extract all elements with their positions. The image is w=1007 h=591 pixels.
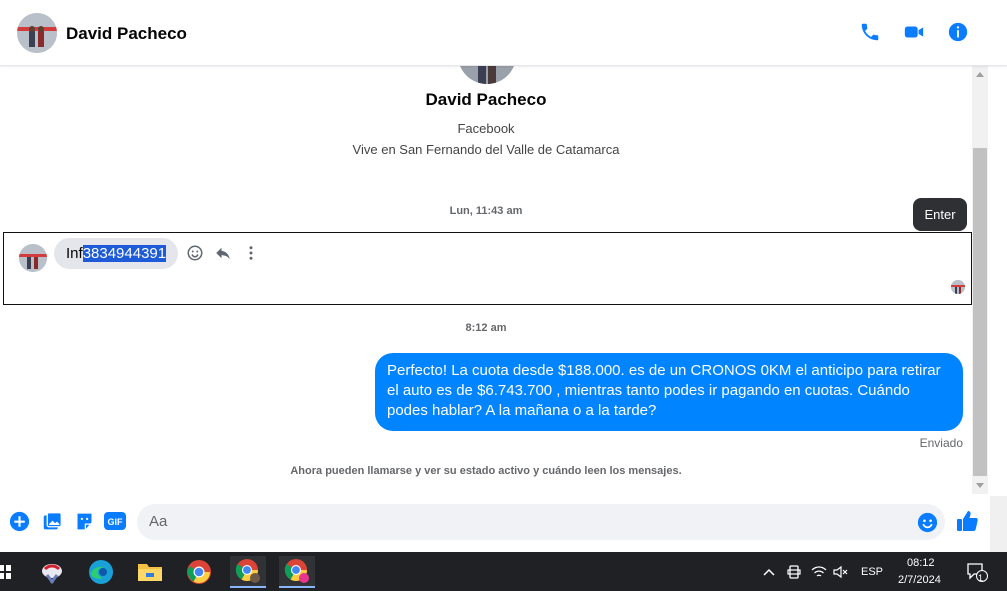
chevron-up-icon[interactable] (760, 563, 778, 581)
chrome-icon[interactable] (181, 556, 217, 588)
scroll-thumb[interactable] (973, 148, 987, 476)
reply-icon[interactable] (211, 241, 235, 265)
device-icon[interactable] (785, 563, 803, 581)
taskbar: ESP 08:12 2/7/2024 1 (0, 552, 1007, 591)
profile-source: Facebook (457, 121, 515, 136)
chat-header: David Pacheco (0, 0, 1007, 66)
info-icon[interactable] (946, 20, 970, 44)
sent-message-bubble[interactable]: Perfecto! La cuota desde $188.000. es de… (375, 353, 963, 431)
conversation: David Pacheco Facebook Vive en San Ferna… (0, 66, 972, 496)
volume-muted-icon[interactable] (832, 563, 850, 581)
scroll-down-icon[interactable] (972, 478, 988, 494)
profile-name: David Pacheco (425, 90, 547, 109)
profile-avatar (458, 66, 516, 84)
scrollbar[interactable] (972, 66, 988, 494)
plus-icon[interactable] (7, 509, 31, 533)
wifi-icon[interactable] (810, 563, 828, 581)
contact-name[interactable]: David Pacheco (66, 24, 187, 44)
sticker-icon[interactable] (72, 509, 96, 533)
message-input[interactable]: Aa (137, 504, 945, 540)
video-icon[interactable] (902, 20, 926, 44)
start-icon[interactable] (0, 556, 16, 588)
clock-time[interactable]: 08:12 (907, 557, 935, 569)
gif-label: GIF (108, 517, 124, 527)
more-options-icon[interactable] (239, 241, 263, 265)
language-indicator[interactable]: ESP (861, 566, 883, 578)
phone-icon[interactable] (858, 20, 882, 44)
react-icon[interactable] (183, 241, 207, 265)
notification-count: 1 (978, 573, 984, 583)
received-message-bubble[interactable]: Inf3834944391 (54, 238, 179, 269)
chrome-profile-c-icon[interactable] (279, 556, 315, 588)
message-status: Enviado (919, 436, 963, 450)
info-note: Ahora pueden llamarse y ver su estado ac… (290, 465, 682, 477)
timestamp: Lun, 11:43 am (449, 205, 523, 217)
emoji-icon[interactable] (915, 510, 939, 534)
scroll-up-icon[interactable] (972, 66, 988, 82)
snipping-tool-icon[interactable] (34, 556, 70, 588)
message-input-placeholder: Aa (149, 513, 168, 530)
image-icon[interactable] (40, 509, 64, 533)
composer: GIF Aa (0, 496, 1007, 552)
chrome-profile-a-icon[interactable] (230, 556, 266, 588)
right-edge (990, 496, 1007, 552)
selected-text[interactable]: 3834944391 (82, 245, 167, 262)
clock-date[interactable]: 2/7/2024 (898, 574, 941, 586)
edge-icon[interactable] (83, 556, 119, 588)
message-text[interactable]: Inf (66, 245, 83, 262)
seen-indicator-avatar (951, 280, 965, 294)
tooltip: Enter (913, 198, 967, 231)
sender-avatar[interactable] (19, 244, 47, 272)
received-message-row[interactable]: Inf3834944391 (3, 232, 972, 305)
contact-avatar[interactable] (17, 13, 57, 53)
gif-icon[interactable]: GIF (103, 509, 127, 533)
like-icon[interactable] (955, 509, 979, 533)
notifications-icon[interactable] (964, 563, 990, 582)
profile-location: Vive en San Fernando del Valle de Catama… (352, 142, 620, 157)
timestamp: 8:12 am (465, 322, 507, 334)
file-explorer-icon[interactable] (132, 556, 168, 588)
